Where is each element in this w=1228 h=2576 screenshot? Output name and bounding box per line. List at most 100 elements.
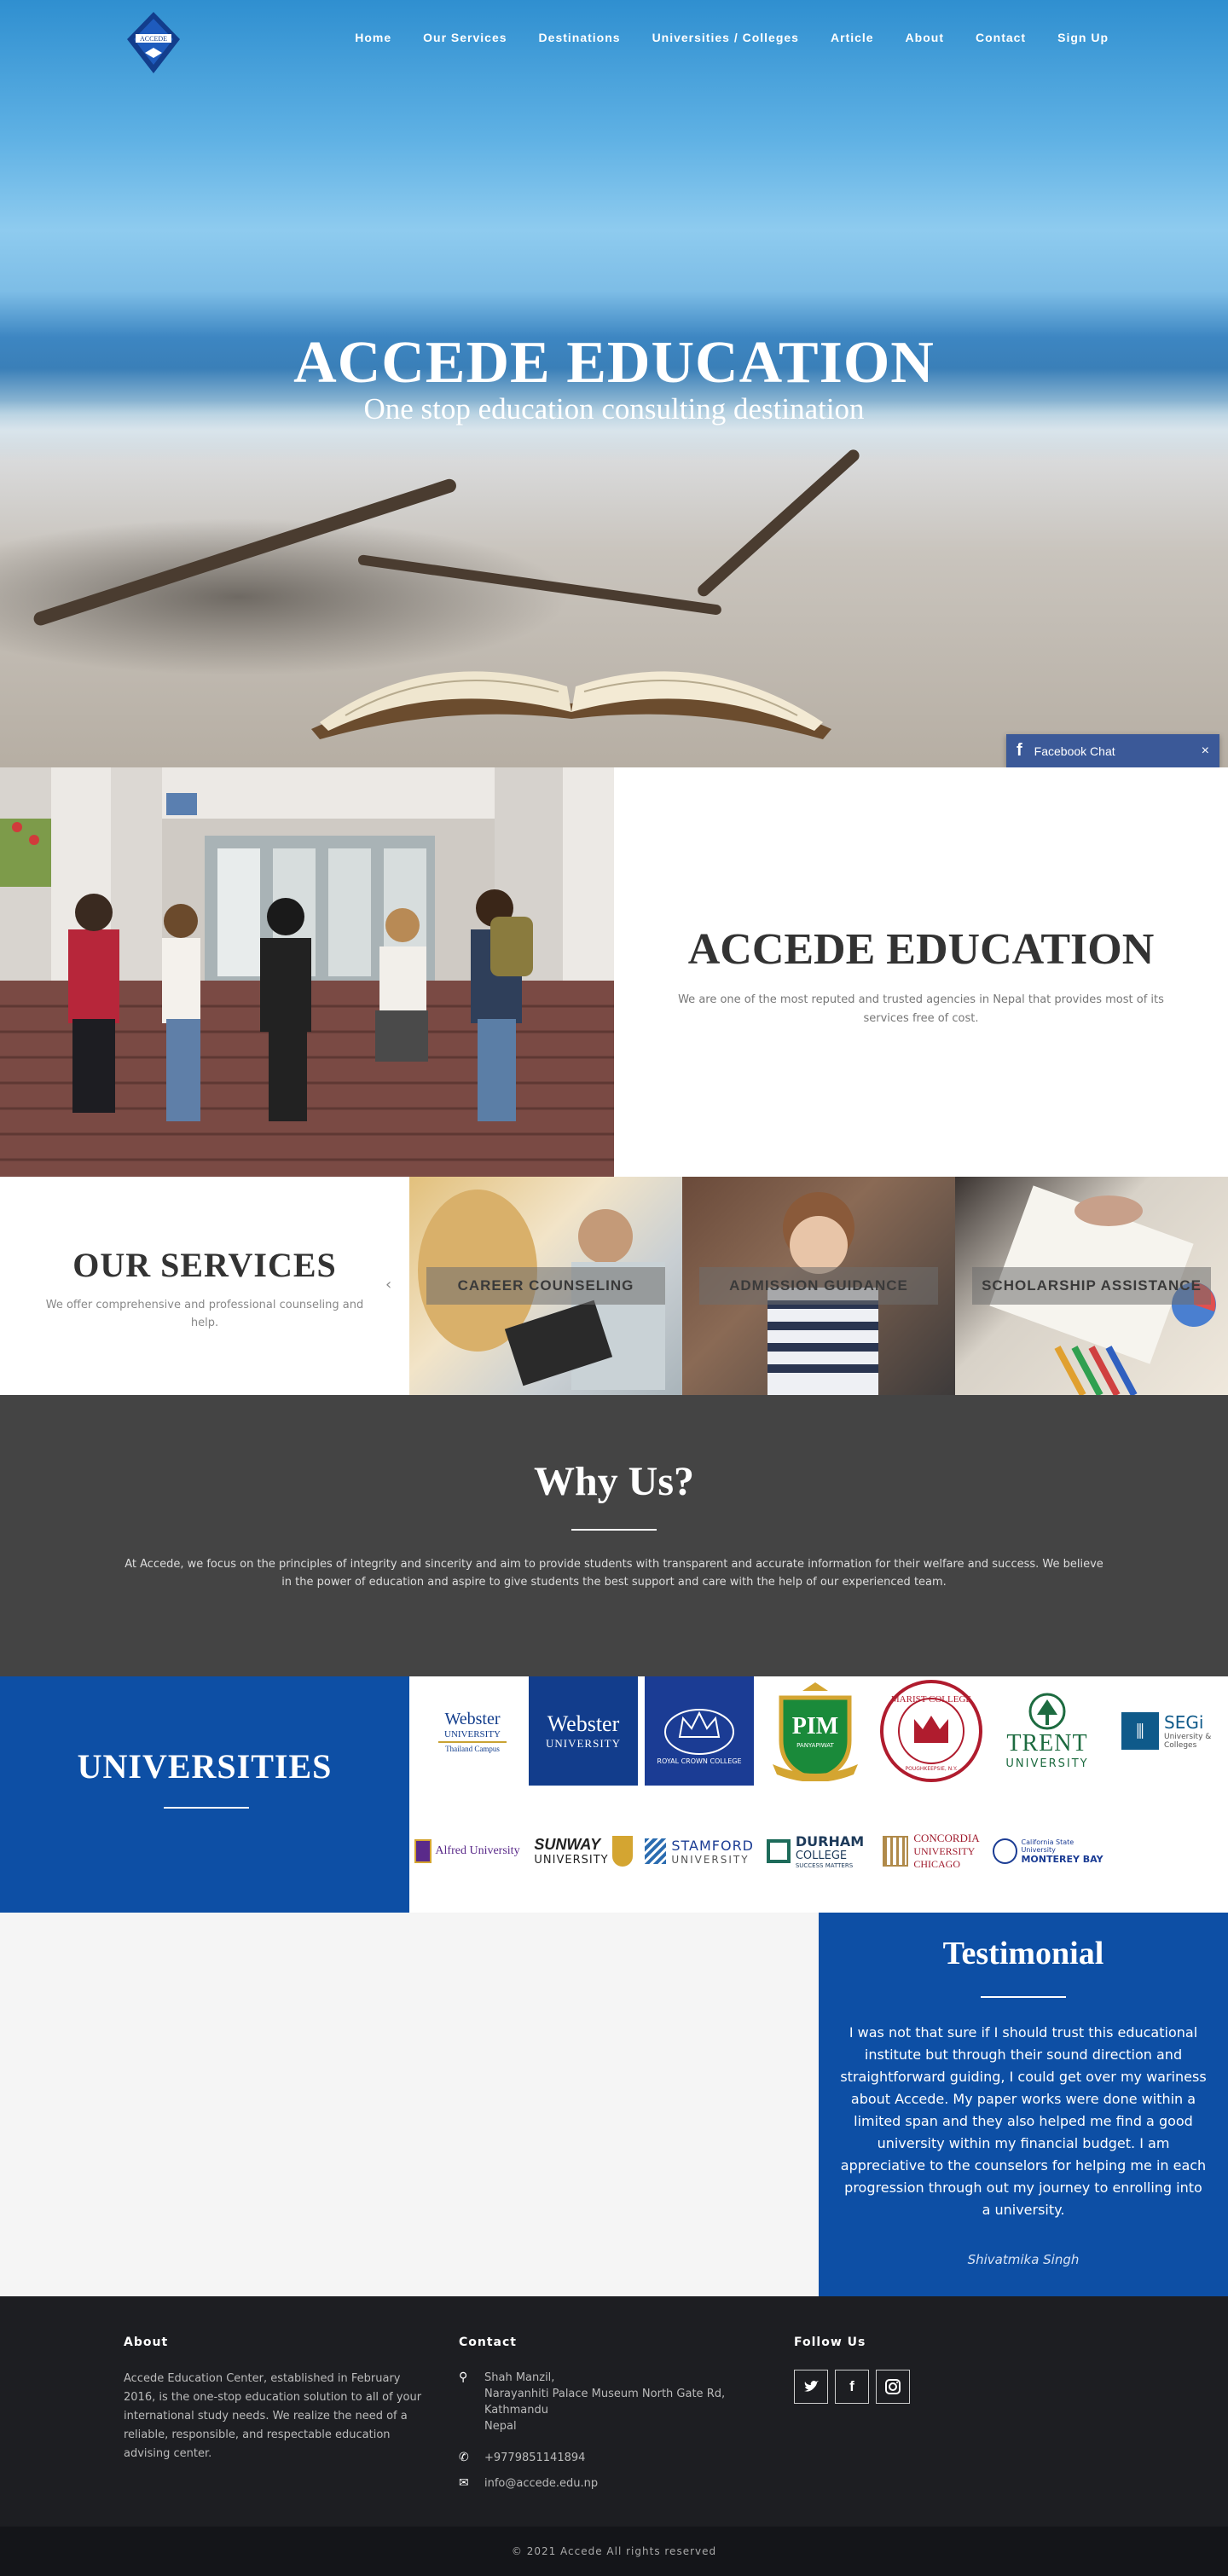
facebook-button[interactable]: f [835,2370,869,2404]
nav-article[interactable]: Article [831,31,874,44]
university-logo-royal-crown-college[interactable]: ROYAL CROWN COLLEGE [645,1676,754,1786]
service-label: ADMISSION GUIDANCE [699,1267,938,1305]
open-book-image [311,671,831,739]
address-line: Kathmandu [484,2404,548,2417]
alfred-shield-icon [414,1839,432,1863]
address-line: Nepal [484,2420,517,2433]
chevron-left-icon[interactable]: ‹ [385,1276,391,1294]
close-icon[interactable]: × [1202,744,1209,759]
nav-about[interactable]: About [906,31,944,44]
logo-line: CONCORDIA [913,1832,980,1844]
nav-contact[interactable]: Contact [976,31,1026,44]
csumb-icon [993,1838,1018,1864]
instagram-icon [885,2379,901,2394]
why-us-text: At Accede, we focus on the principles of… [125,1558,1103,1589]
logo-line: SUNWAY [534,1836,601,1853]
service-card-scholarship-assistance[interactable]: SCHOLARSHIP ASSISTANCE [955,1177,1228,1395]
map-marker-icon: ⚲ [459,2370,468,2384]
footer-email[interactable]: ✉ info@accede.edu.np [459,2475,598,2492]
logo-text: ACCEDE [140,35,167,43]
facebook-icon: f [1017,741,1022,760]
university-logo-webster-thailand[interactable]: Webster UNIVERSITY Thailand Campus [420,1676,525,1786]
envelope-icon: ✉ [459,2476,469,2490]
universities-title: UNIVERSITIES [77,1747,333,1786]
logo-line: MONTEREY BAY [1021,1853,1103,1865]
footer: About Accede Education Center, establish… [0,2296,1228,2527]
trent-tree-icon [1028,1693,1066,1729]
footer-about-text: Accede Education Center, established in … [124,2372,422,2460]
service-card-admission-guidance[interactable]: ADMISSION GUIDANCE [682,1177,955,1395]
universities-section: UNIVERSITIES [0,1676,409,1913]
nav-sign-up[interactable]: Sign Up [1057,31,1109,44]
logo-line: PANYAPIWAT [796,1742,834,1749]
phone-icon: ✆ [459,2451,469,2464]
testimonial-title: Testimonial [942,1936,1104,1971]
university-logo-pim[interactable]: PIM PANYAPIWAT [761,1676,870,1786]
about-section: ACCEDE EDUCATION We are one of the most … [614,767,1228,1177]
instagram-button[interactable] [876,2370,910,2404]
divider [981,1996,1066,1998]
stamford-icon [645,1838,667,1864]
logo-line: Thailand Campus [445,1744,500,1753]
logo-line: TRENT [1006,1729,1088,1757]
about-title: ACCEDE EDUCATION [687,925,1155,974]
why-us-section: Why Us? At Accede, we focus on the princ… [0,1395,1228,1676]
logo-line: CHICAGO [913,1858,961,1870]
university-logo-trent[interactable]: TRENT UNIVERSITY [993,1676,1102,1786]
about-description: We are one of the most reputed and trust… [678,993,1164,1025]
hero-title: ACCEDE EDUCATION [293,330,935,396]
twitter-button[interactable] [794,2370,828,2404]
marist-seal-icon: MARIST COLLEGE POUGHKEEPSIE, N.Y. [880,1680,982,1782]
testimonial-section: Testimonial I was not that sure if I sho… [819,1913,1228,2296]
facebook-chat-widget[interactable]: f Facebook Chat × [1006,734,1219,767]
footer-contact-heading: Contact [459,2336,517,2349]
university-logo-sunway[interactable]: SUNWAY UNIVERSITY [529,1813,638,1890]
durham-icon [766,1839,791,1863]
services-section: OUR SERVICES We offer comprehensive and … [0,1177,409,1395]
services-title: OUR SERVICES [72,1246,337,1284]
testimonial-author: Shivatmika Singh [967,2252,1080,2267]
hero-section: ACCEDE Home Our Services Destinations Un… [0,0,1228,767]
nav-our-services[interactable]: Our Services [423,31,507,44]
university-logo-marist-college[interactable]: MARIST COLLEGE POUGHKEEPSIE, N.Y. [877,1676,986,1786]
hero-driftwood-branch [695,447,862,599]
hero-subtitle: One stop education consulting destinatio… [363,392,865,425]
services-description: We offer comprehensive and professional … [45,1299,364,1329]
university-logo-stamford[interactable]: STAMFORD UNIVERSITY [645,1813,754,1890]
testimonial-text: I was not that sure if I should trust th… [840,2024,1207,2218]
service-label: SCHOLARSHIP ASSISTANCE [972,1267,1211,1305]
nav-destinations[interactable]: Destinations [539,31,621,44]
main-nav: Home Our Services Destinations Universit… [323,31,1109,44]
university-logos: Webster UNIVERSITY Thailand Campus Webst… [409,1676,1228,1913]
logo-line: UNIVERSITY [671,1853,750,1866]
accede-logo-icon: ACCEDE [127,12,180,73]
logo-line: UNIVERSITY [546,1737,621,1750]
nav-universities-colleges[interactable]: Universities / Colleges [652,31,799,44]
accede-logo[interactable]: ACCEDE [124,9,183,77]
footer-phone[interactable]: ✆ +9779851141894 [459,2450,585,2466]
logo-line: ROYAL CROWN COLLEGE [657,1757,742,1765]
logo-line: Webster [444,1709,501,1728]
footer-about-heading: About [124,2336,169,2349]
facebook-icon: f [849,2378,854,2394]
email-address[interactable]: info@accede.edu.np [484,2475,598,2492]
university-logo-durham[interactable]: DURHAM COLLEGE SUCCESS MATTERS [761,1813,870,1890]
university-logo-segi[interactable]: ⫼ SEGi University & Colleges [1109,1676,1228,1786]
university-logo-webster[interactable]: Webster UNIVERSITY [529,1676,638,1786]
logo-line: SUCCESS MATTERS [795,1862,854,1869]
divider [164,1807,249,1809]
logo-line: UNIVERSITY [1005,1757,1089,1770]
copyright: © 2021 Accede All rights reserved [0,2527,1228,2576]
twitter-icon [804,2381,819,2392]
university-logo-alfred[interactable]: Alfred University [414,1813,520,1890]
logo-line: UNIVERSITY [534,1854,609,1867]
logo-line: UNIVERSITY [444,1728,501,1740]
university-logo-concordia[interactable]: CONCORDIA UNIVERSITY CHICAGO [877,1813,986,1890]
university-logo-csumb[interactable]: California State University MONTEREY BAY [993,1813,1109,1890]
logo-line: POUGHKEEPSIE, N.Y. [906,1766,958,1772]
service-card-career-counseling[interactable]: CAREER COUNSELING [409,1177,682,1395]
nav-home[interactable]: Home [355,31,391,44]
testimonial-blank-panel [0,1913,819,2296]
phone-number[interactable]: +9779851141894 [484,2450,585,2466]
segi-icon: ⫼ [1121,1712,1159,1750]
